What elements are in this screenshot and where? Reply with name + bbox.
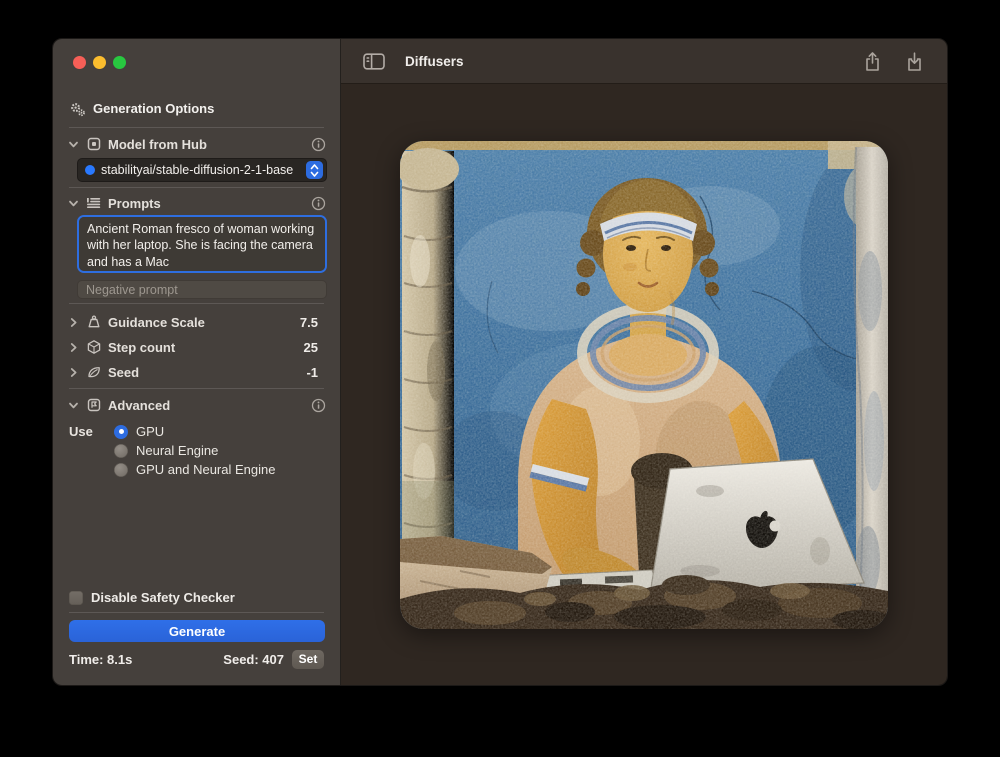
prompt-input[interactable]: Ancient Roman fresco of woman working wi… xyxy=(77,215,327,273)
chevron-right-icon[interactable] xyxy=(67,366,79,378)
select-stepper-icon xyxy=(306,161,323,179)
compute-unit-group: Use GPU Neural Engine GPU and Neural Eng… xyxy=(69,422,275,479)
chevron-right-icon[interactable] xyxy=(67,316,79,328)
radio-label: GPU and Neural Engine xyxy=(136,462,275,477)
radio-label: Neural Engine xyxy=(136,443,218,458)
model-section-header: Model from Hub xyxy=(67,135,326,153)
use-label: Use xyxy=(69,424,97,439)
generated-image xyxy=(400,141,888,629)
divider xyxy=(69,303,324,304)
safety-checkbox[interactable] xyxy=(69,591,83,605)
gears-icon xyxy=(69,100,86,117)
app-window: Generation Options Model from Hub stabil… xyxy=(52,38,948,686)
close-button[interactable] xyxy=(73,56,86,69)
seed-row[interactable]: Seed -1 xyxy=(67,363,326,381)
radio-selected[interactable] xyxy=(114,425,128,439)
minimize-button[interactable] xyxy=(93,56,106,69)
set-seed-button[interactable]: Set xyxy=(292,650,324,669)
divider xyxy=(69,127,324,128)
info-icon[interactable] xyxy=(311,196,326,211)
chevron-down-icon[interactable] xyxy=(67,399,79,411)
main-pane: Diffusers xyxy=(341,39,947,685)
radio-option-neural-engine[interactable]: Neural Engine xyxy=(69,441,275,460)
share-icon[interactable] xyxy=(859,48,885,74)
generated-image-art xyxy=(400,141,888,629)
radio-option-gpu[interactable]: Use GPU xyxy=(69,422,275,441)
advanced-section-header: Advanced xyxy=(67,396,326,414)
sidebar-toggle-icon[interactable] xyxy=(361,48,387,74)
chevron-down-icon[interactable] xyxy=(67,197,79,209)
info-icon[interactable] xyxy=(311,398,326,413)
flag-icon xyxy=(85,397,102,414)
toolbar: Diffusers xyxy=(341,39,947,84)
radio-option-gpu-and-neural-engine[interactable]: GPU and Neural Engine xyxy=(69,460,275,479)
step-count-value: 25 xyxy=(304,340,318,355)
leaf-icon xyxy=(85,364,102,381)
info-icon[interactable] xyxy=(311,137,326,152)
negative-prompt-input[interactable] xyxy=(77,280,327,299)
save-image-icon[interactable] xyxy=(901,48,927,74)
step-count-row[interactable]: Step count 25 xyxy=(67,338,326,356)
seed-label: Seed xyxy=(108,365,139,380)
time-value: Time: 8.1s xyxy=(69,652,132,667)
chevron-down-icon[interactable] xyxy=(67,138,79,150)
seed-value: -1 xyxy=(306,365,318,380)
radio-unselected[interactable] xyxy=(114,463,128,477)
window-title: Diffusers xyxy=(405,54,464,69)
scale-weight-icon xyxy=(85,314,102,331)
prompts-section-label: Prompts xyxy=(108,196,161,211)
sidebar-title: Generation Options xyxy=(93,101,214,116)
safety-label: Disable Safety Checker xyxy=(91,590,235,605)
cube-icon xyxy=(85,339,102,356)
radio-unselected[interactable] xyxy=(114,444,128,458)
model-select[interactable]: stabilityai/stable-diffusion-2-1-base xyxy=(77,158,327,182)
prompts-icon xyxy=(85,195,102,212)
divider xyxy=(69,612,324,613)
model-select-value: stabilityai/stable-diffusion-2-1-base xyxy=(101,163,306,177)
model-icon xyxy=(85,136,102,153)
divider xyxy=(69,187,324,188)
guidance-scale-label: Guidance Scale xyxy=(108,315,205,330)
step-count-label: Step count xyxy=(108,340,175,355)
guidance-scale-row[interactable]: Guidance Scale 7.5 xyxy=(67,313,326,331)
prompts-section-header: Prompts xyxy=(67,194,326,212)
guidance-scale-value: 7.5 xyxy=(300,315,318,330)
generate-button[interactable]: Generate xyxy=(69,620,325,642)
status-bar: Time: 8.1s Seed: 407 Set xyxy=(69,649,324,669)
chevron-right-icon[interactable] xyxy=(67,341,79,353)
radio-label: GPU xyxy=(136,424,164,439)
model-status-dot xyxy=(85,165,95,175)
last-seed-value: Seed: 407 xyxy=(223,652,284,667)
safety-checker-row[interactable]: Disable Safety Checker xyxy=(69,590,235,605)
divider xyxy=(69,388,324,389)
advanced-section-label: Advanced xyxy=(108,398,170,413)
sidebar: Generation Options Model from Hub stabil… xyxy=(53,39,341,685)
image-canvas xyxy=(341,84,947,685)
model-section-label: Model from Hub xyxy=(108,137,207,152)
zoom-button[interactable] xyxy=(113,56,126,69)
